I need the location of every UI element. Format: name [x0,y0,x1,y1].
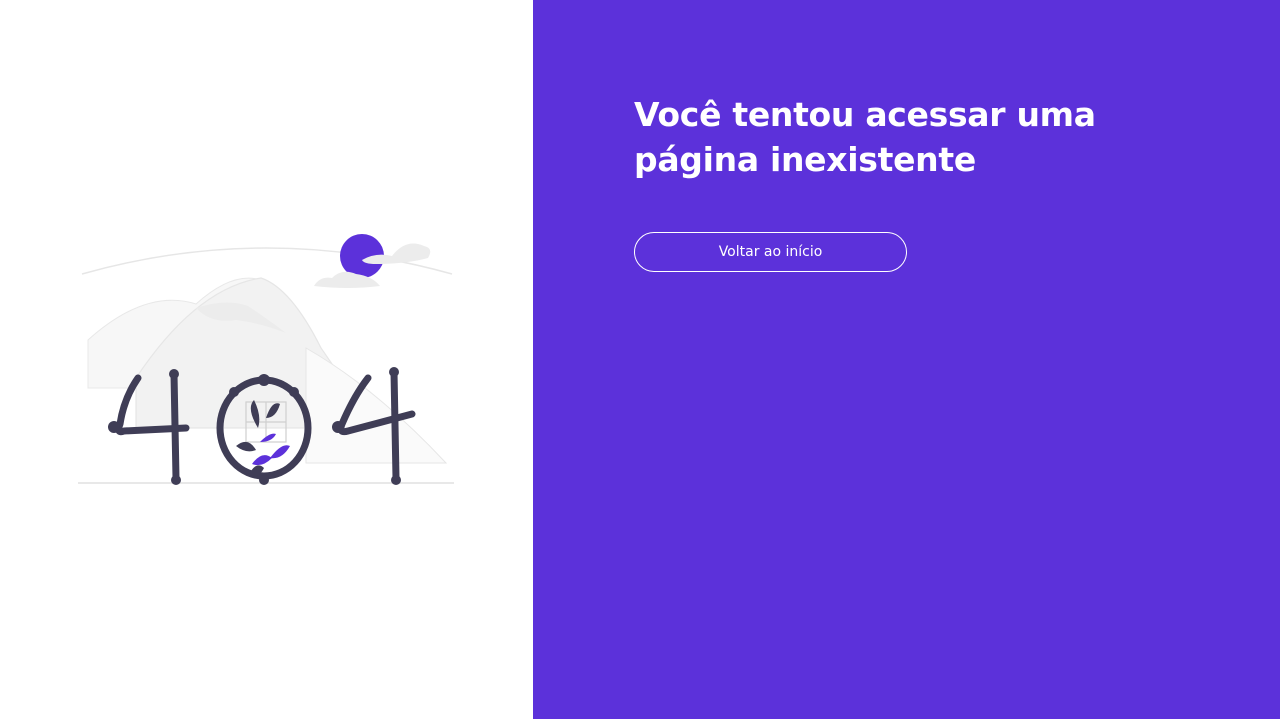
page-title: Você tentou acessar uma página inexisten… [634,95,1096,179]
not-found-page: Você tentou acessar uma página inexisten… [0,0,1280,719]
404-illustration [78,234,454,485]
mountain-right [305,347,448,464]
digit-node [332,421,344,433]
digit-node [171,475,181,485]
digit-node [389,367,399,377]
message-panel: Você tentou acessar uma página inexisten… [533,0,1280,719]
digit-node [169,369,179,379]
back-home-button[interactable]: Voltar ao início [634,232,907,272]
illustration-panel [0,0,533,719]
digit-node [108,421,120,433]
digit-node [391,475,401,485]
